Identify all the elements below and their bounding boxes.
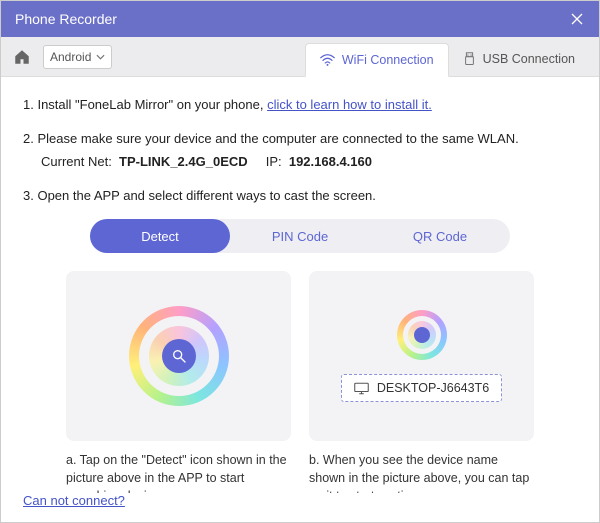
detect-ring-icon <box>129 306 229 406</box>
panel-b: DESKTOP-J6643T6 b. When you see the devi… <box>309 271 534 493</box>
os-selector[interactable]: Android <box>43 45 112 69</box>
toolbar: Android WiFi Connection USB Connection <box>1 37 599 77</box>
detect-search-badge <box>162 339 196 373</box>
app-window: Phone Recorder Android WiFi Connection U… <box>0 0 600 523</box>
tab-wifi-label: WiFi Connection <box>342 53 434 67</box>
device-ring-center <box>414 327 430 343</box>
cast-method-segmented: Detect PIN Code QR Code <box>90 219 510 253</box>
segment-pincode[interactable]: PIN Code <box>230 219 370 253</box>
install-help-link[interactable]: click to learn how to install it. <box>267 97 432 112</box>
panel-a-illustration <box>66 271 291 441</box>
step-3: 3. Open the APP and select different way… <box>23 186 577 206</box>
usb-icon <box>463 52 476 66</box>
tab-usb-label: USB Connection <box>483 52 575 66</box>
panel-a-caption: a. Tap on the "Detect" icon shown in the… <box>66 451 291 493</box>
step-1-text: 1. Install "FoneLab Mirror" on your phon… <box>23 97 267 112</box>
search-icon <box>171 348 187 364</box>
footer: Can not connect? <box>1 493 599 522</box>
device-name-value: DESKTOP-J6643T6 <box>377 381 489 395</box>
ip-value: 192.168.4.160 <box>289 154 372 169</box>
cannot-connect-link[interactable]: Can not connect? <box>23 493 125 508</box>
currentnet-value: TP-LINK_2.4G_0ECD <box>119 154 248 169</box>
segment-qrcode[interactable]: QR Code <box>370 219 510 253</box>
step-2-text: 2. Please make sure your device and the … <box>23 129 577 149</box>
chevron-down-icon <box>96 54 105 60</box>
currentnet-label: Current Net: <box>41 154 112 169</box>
panel-b-illustration: DESKTOP-J6643T6 <box>309 271 534 441</box>
wifi-icon <box>320 54 335 66</box>
segment-detect[interactable]: Detect <box>90 219 230 253</box>
home-icon <box>13 48 31 66</box>
home-button[interactable] <box>11 46 33 68</box>
panel-b-caption: b. When you see the device name shown in… <box>309 451 534 493</box>
instruction-panels: a. Tap on the "Detect" icon shown in the… <box>23 271 577 493</box>
connection-tabs: WiFi Connection USB Connection <box>305 37 589 76</box>
close-button[interactable] <box>569 11 585 27</box>
device-ring-icon <box>397 310 447 360</box>
step-2-netinfo: Current Net: TP-LINK_2.4G_0ECD IP: 192.1… <box>41 152 577 172</box>
ip-label: IP: <box>266 154 282 169</box>
window-title: Phone Recorder <box>15 11 569 27</box>
panel-a: a. Tap on the "Detect" icon shown in the… <box>66 271 291 493</box>
step-2: 2. Please make sure your device and the … <box>23 129 577 172</box>
content-area: 1. Install "FoneLab Mirror" on your phon… <box>1 77 599 493</box>
os-selector-label: Android <box>50 50 91 64</box>
device-chip: DESKTOP-J6643T6 <box>341 374 502 402</box>
step-1: 1. Install "FoneLab Mirror" on your phon… <box>23 95 577 115</box>
monitor-icon <box>354 382 369 395</box>
titlebar: Phone Recorder <box>1 1 599 37</box>
tab-usb-connection[interactable]: USB Connection <box>449 42 589 76</box>
close-icon <box>571 13 583 25</box>
tab-wifi-connection[interactable]: WiFi Connection <box>305 43 449 77</box>
